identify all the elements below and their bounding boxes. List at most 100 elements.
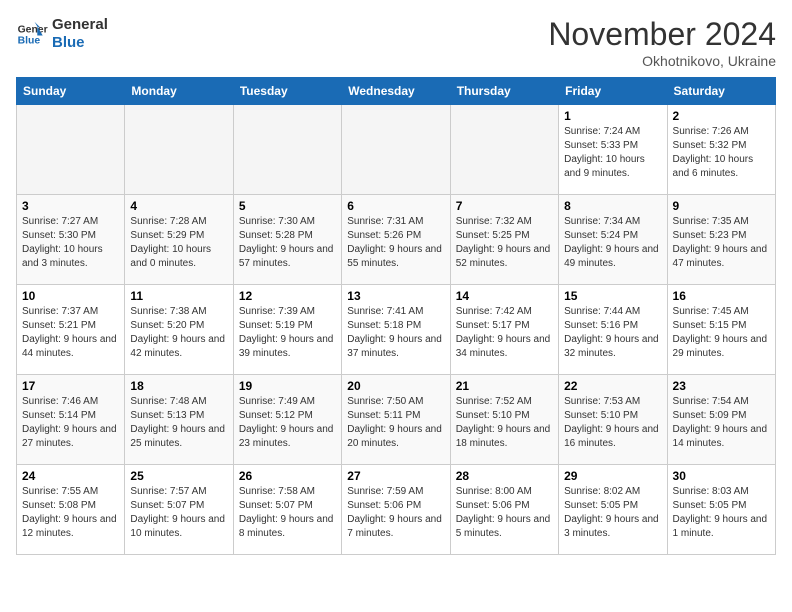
calendar-cell: 17 Sunrise: 7:46 AM Sunset: 5:14 PM Dayli… [17, 375, 125, 465]
logo-text-line2: Blue [52, 34, 108, 52]
day-info: Sunrise: 7:46 AM Sunset: 5:14 PM Dayligh… [22, 395, 119, 451]
calendar-cell: 27 Sunrise: 7:59 AM Sunset: 5:06 PM Dayli… [342, 465, 450, 555]
day-number: 29 [564, 469, 661, 483]
day-number: 27 [347, 469, 444, 483]
calendar-week-2: 3Sunrise: 7:27 AM Sunset: 5:30 PM Daylig… [17, 195, 776, 285]
day-number: 15 [564, 289, 661, 303]
calendar-cell: 15 Sunrise: 7:44 AM Sunset: 5:16 PM Dayli… [559, 285, 667, 375]
logo-icon: General Blue [16, 18, 48, 50]
day-number: 23 [673, 379, 770, 393]
calendar-cell [125, 105, 233, 195]
day-number: 20 [347, 379, 444, 393]
day-number: 5 [239, 199, 336, 213]
day-info: Sunrise: 7:44 AM Sunset: 5:16 PM Dayligh… [564, 305, 661, 361]
day-header-saturday: Saturday [667, 78, 775, 105]
calendar-cell: 30 Sunrise: 8:03 AM Sunset: 5:05 PM Dayli… [667, 465, 775, 555]
calendar-cell: 6Sunrise: 7:31 AM Sunset: 5:26 PM Daylig… [342, 195, 450, 285]
location: Okhotnikovo, Ukraine [548, 53, 776, 69]
calendar-cell: 8Sunrise: 7:34 AM Sunset: 5:24 PM Daylig… [559, 195, 667, 285]
day-number: 7 [456, 199, 553, 213]
calendar-cell: 29Sunrise: 8:02 AM Sunset: 5:05 PM Dayli… [559, 465, 667, 555]
day-info: Sunrise: 7:28 AM Sunset: 5:29 PM Dayligh… [130, 215, 227, 271]
calendar-cell: 24 Sunrise: 7:55 AM Sunset: 5:08 PM Dayli… [17, 465, 125, 555]
day-info: Sunrise: 7:38 AM Sunset: 5:20 PM Dayligh… [130, 305, 227, 361]
day-info: Sunrise: 7:30 AM Sunset: 5:28 PM Dayligh… [239, 215, 336, 271]
day-info: Sunrise: 7:48 AM Sunset: 5:13 PM Dayligh… [130, 395, 227, 451]
day-number: 1 [564, 109, 661, 123]
calendar-table: SundayMondayTuesdayWednesdayThursdayFrid… [16, 77, 776, 555]
month-title: November 2024 [548, 16, 776, 53]
day-number: 24 [22, 469, 119, 483]
day-number: 6 [347, 199, 444, 213]
day-info: Sunrise: 7:42 AM Sunset: 5:17 PM Dayligh… [456, 305, 553, 361]
calendar-week-1: 1Sunrise: 7:24 AM Sunset: 5:33 PM Daylig… [17, 105, 776, 195]
day-info: Sunrise: 7:50 AM Sunset: 5:11 PM Dayligh… [347, 395, 444, 451]
day-number: 2 [673, 109, 770, 123]
calendar-cell: 1Sunrise: 7:24 AM Sunset: 5:33 PM Daylig… [559, 105, 667, 195]
day-number: 14 [456, 289, 553, 303]
logo-text-line1: General [52, 16, 108, 34]
calendar-cell: 22 Sunrise: 7:53 AM Sunset: 5:10 PM Dayli… [559, 375, 667, 465]
day-info: Sunrise: 7:55 AM Sunset: 5:08 PM Dayligh… [22, 485, 119, 541]
day-info: Sunrise: 7:37 AM Sunset: 5:21 PM Dayligh… [22, 305, 119, 361]
day-number: 18 [130, 379, 227, 393]
day-info: Sunrise: 7:57 AM Sunset: 5:07 PM Dayligh… [130, 485, 227, 541]
day-info: Sunrise: 7:53 AM Sunset: 5:10 PM Dayligh… [564, 395, 661, 451]
svg-text:General: General [18, 24, 48, 35]
calendar-cell: 28 Sunrise: 8:00 AM Sunset: 5:06 PM Dayli… [450, 465, 558, 555]
calendar-cell: 25 Sunrise: 7:57 AM Sunset: 5:07 PM Dayli… [125, 465, 233, 555]
day-number: 13 [347, 289, 444, 303]
day-info: Sunrise: 7:32 AM Sunset: 5:25 PM Dayligh… [456, 215, 553, 271]
day-number: 19 [239, 379, 336, 393]
calendar-cell: 21 Sunrise: 7:52 AM Sunset: 5:10 PM Dayli… [450, 375, 558, 465]
day-info: Sunrise: 7:54 AM Sunset: 5:09 PM Dayligh… [673, 395, 770, 451]
calendar-cell: 12Sunrise: 7:39 AM Sunset: 5:19 PM Dayli… [233, 285, 341, 375]
day-info: Sunrise: 7:26 AM Sunset: 5:32 PM Dayligh… [673, 125, 770, 181]
day-info: Sunrise: 7:49 AM Sunset: 5:12 PM Dayligh… [239, 395, 336, 451]
calendar-cell: 11 Sunrise: 7:38 AM Sunset: 5:20 PM Dayli… [125, 285, 233, 375]
calendar-cell: 18 Sunrise: 7:48 AM Sunset: 5:13 PM Dayli… [125, 375, 233, 465]
calendar-cell: 9Sunrise: 7:35 AM Sunset: 5:23 PM Daylig… [667, 195, 775, 285]
day-header-wednesday: Wednesday [342, 78, 450, 105]
day-header-tuesday: Tuesday [233, 78, 341, 105]
day-info: Sunrise: 8:00 AM Sunset: 5:06 PM Dayligh… [456, 485, 553, 541]
day-info: Sunrise: 7:52 AM Sunset: 5:10 PM Dayligh… [456, 395, 553, 451]
day-info: Sunrise: 8:03 AM Sunset: 5:05 PM Dayligh… [673, 485, 770, 541]
day-number: 21 [456, 379, 553, 393]
page-header: General Blue General Blue November 2024 … [16, 16, 776, 69]
calendar-week-3: 10Sunrise: 7:37 AM Sunset: 5:21 PM Dayli… [17, 285, 776, 375]
day-number: 28 [456, 469, 553, 483]
day-info: Sunrise: 7:59 AM Sunset: 5:06 PM Dayligh… [347, 485, 444, 541]
calendar-cell: 14 Sunrise: 7:42 AM Sunset: 5:17 PM Dayli… [450, 285, 558, 375]
day-number: 30 [673, 469, 770, 483]
calendar-cell: 20 Sunrise: 7:50 AM Sunset: 5:11 PM Dayli… [342, 375, 450, 465]
logo: General Blue General Blue [16, 16, 108, 52]
calendar-cell: 2 Sunrise: 7:26 AM Sunset: 5:32 PM Daylig… [667, 105, 775, 195]
day-header-sunday: Sunday [17, 78, 125, 105]
day-number: 4 [130, 199, 227, 213]
calendar-cell [342, 105, 450, 195]
day-info: Sunrise: 7:58 AM Sunset: 5:07 PM Dayligh… [239, 485, 336, 541]
calendar-cell [17, 105, 125, 195]
day-number: 12 [239, 289, 336, 303]
day-number: 26 [239, 469, 336, 483]
day-number: 9 [673, 199, 770, 213]
calendar-cell: 7 Sunrise: 7:32 AM Sunset: 5:25 PM Daylig… [450, 195, 558, 285]
day-header-thursday: Thursday [450, 78, 558, 105]
day-info: Sunrise: 7:27 AM Sunset: 5:30 PM Dayligh… [22, 215, 119, 271]
title-block: November 2024 Okhotnikovo, Ukraine [548, 16, 776, 69]
calendar-week-5: 24 Sunrise: 7:55 AM Sunset: 5:08 PM Dayli… [17, 465, 776, 555]
day-number: 11 [130, 289, 227, 303]
calendar-cell: 4 Sunrise: 7:28 AM Sunset: 5:29 PM Daylig… [125, 195, 233, 285]
calendar-cell [233, 105, 341, 195]
calendar-week-4: 17 Sunrise: 7:46 AM Sunset: 5:14 PM Dayli… [17, 375, 776, 465]
day-header-monday: Monday [125, 78, 233, 105]
calendar-body: 1Sunrise: 7:24 AM Sunset: 5:33 PM Daylig… [17, 105, 776, 555]
calendar-cell: 10Sunrise: 7:37 AM Sunset: 5:21 PM Dayli… [17, 285, 125, 375]
day-number: 25 [130, 469, 227, 483]
calendar-cell: 5 Sunrise: 7:30 AM Sunset: 5:28 PM Daylig… [233, 195, 341, 285]
day-number: 17 [22, 379, 119, 393]
calendar-cell: 13Sunrise: 7:41 AM Sunset: 5:18 PM Dayli… [342, 285, 450, 375]
calendar-cell: 3Sunrise: 7:27 AM Sunset: 5:30 PM Daylig… [17, 195, 125, 285]
day-number: 22 [564, 379, 661, 393]
